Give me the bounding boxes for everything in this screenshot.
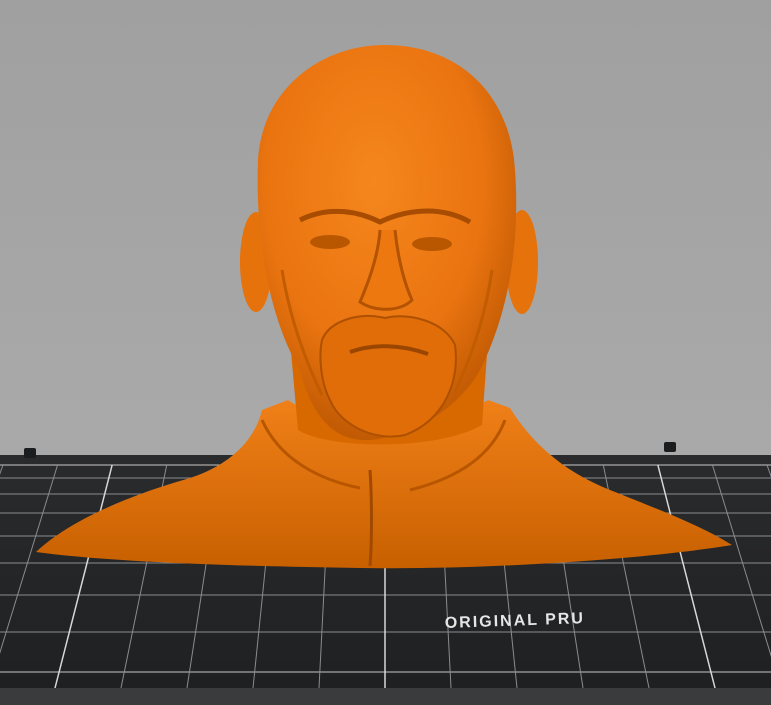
bed-clip-right: [664, 442, 676, 452]
bed-edge: [0, 688, 771, 705]
3d-viewport[interactable]: ORIGINAL PRU: [0, 0, 771, 705]
eye-left: [310, 235, 350, 249]
shirt-placket: [368, 469, 373, 567]
eye-right: [412, 237, 452, 251]
scene-svg[interactable]: ORIGINAL PRU: [0, 0, 771, 705]
bed-clip-left: [24, 448, 36, 458]
